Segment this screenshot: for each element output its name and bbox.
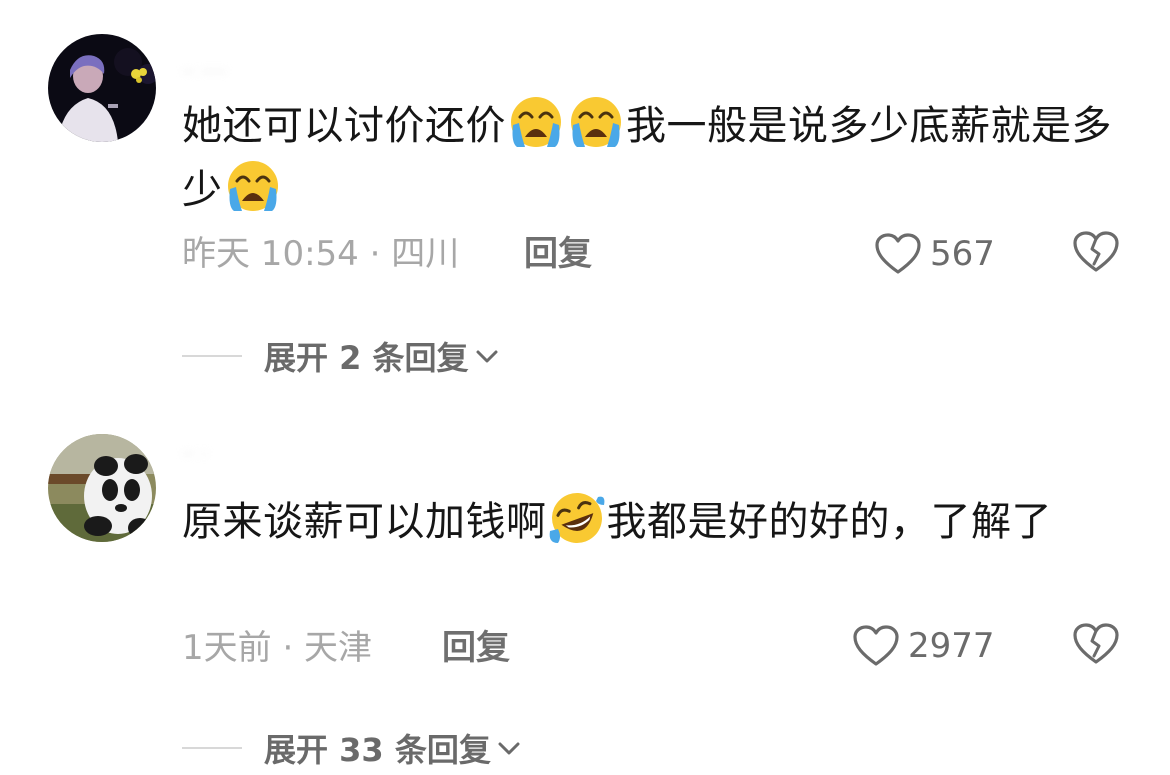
comment-item: ·· ···· 她还可以讨价还价 我一般是说多少底薪就是多少 昨天 10:54 … [0, 0, 1170, 400]
divider-line [182, 747, 242, 749]
like-count: 567 [930, 234, 995, 274]
avatar[interactable] [48, 34, 156, 142]
comment-text-part: 她还可以讨价还价 [182, 103, 506, 149]
expand-replies-button[interactable]: 展开 33 条回复 [182, 726, 523, 770]
expand-replies-button[interactable]: 展开 2 条回复 [182, 334, 501, 378]
loudly-crying-face-icon [227, 161, 278, 211]
avatar-image-icon [48, 34, 156, 142]
heart-icon [875, 233, 921, 274]
rolling-on-the-floor-laughing-icon [549, 493, 604, 543]
username[interactable]: ·· ···· [182, 60, 302, 82]
broken-heart-icon [1073, 231, 1119, 272]
like-count: 2977 [908, 626, 995, 666]
loudly-crying-face-icon [571, 97, 621, 147]
reply-button[interactable]: 回复 [442, 626, 510, 670]
broken-heart-icon [1073, 623, 1119, 664]
dislike-button[interactable] [1072, 230, 1120, 278]
expand-replies-label: 展开 33 条回复 [264, 731, 491, 769]
avatar-image-icon [48, 434, 156, 542]
chevron-down-icon [476, 350, 498, 363]
dislike-button[interactable] [1072, 622, 1120, 670]
heart-icon [853, 625, 899, 666]
comment-text-part: 原来谈薪可以加钱啊 [182, 499, 547, 545]
divider-line [182, 355, 242, 357]
avatar[interactable] [48, 434, 156, 542]
expand-replies-label: 展开 2 条回复 [264, 339, 469, 377]
chevron-down-icon [498, 742, 520, 755]
like-button[interactable]: 2977 [852, 622, 995, 670]
comment-text-part: 我都是好的好的，了解了 [606, 499, 1052, 545]
reply-button[interactable]: 回复 [524, 232, 592, 276]
comment-text: 原来谈薪可以加钱啊 我都是好的好的，了解了 [182, 490, 1122, 554]
comment-text: 她还可以讨价还价 我一般是说多少底薪就是多少 [182, 94, 1122, 222]
comment-time-location: 昨天 10:54 · 四川 [182, 234, 460, 274]
comment-item: ·· · 原来谈薪可以加钱啊 我都是好的好的，了解了 1天前 · 天津 回复 2… [0, 400, 1170, 775]
loudly-crying-face-icon [511, 97, 561, 147]
username[interactable]: ·· · [182, 442, 302, 464]
comment-time-location: 1天前 · 天津 [182, 628, 373, 668]
like-button[interactable]: 567 [874, 230, 995, 278]
